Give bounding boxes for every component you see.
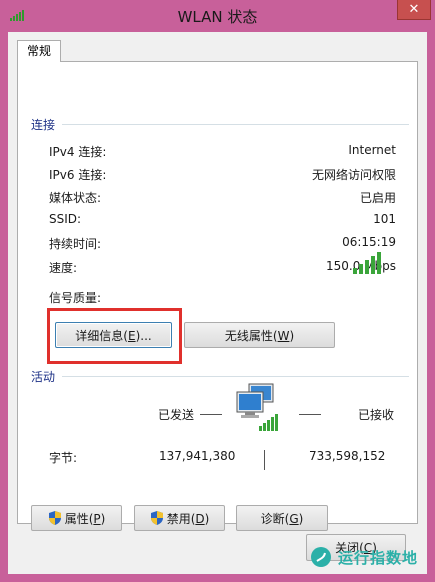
- signal-strength-icon: [353, 252, 381, 274]
- bytes-received-value: 733,598,152: [309, 449, 386, 463]
- row-label: 持续时间:: [49, 237, 102, 251]
- tab-general[interactable]: 常规: [17, 40, 61, 62]
- row-label: IPv4 连接:: [49, 145, 107, 159]
- wlan-status-window: WLAN 状态 ✕ 常规 连接 IPv4 连接: Internet IPv6 连…: [0, 0, 435, 582]
- row-label: SSID:: [49, 212, 82, 226]
- wireless-properties-label: 无线属性(W): [224, 328, 295, 343]
- diagnose-button-label: 诊断(G): [260, 511, 304, 526]
- row-value: 101: [373, 212, 396, 226]
- row-label: 速度:: [49, 261, 78, 275]
- row-value: Internet: [348, 143, 396, 157]
- info-row-duration: 持续时间: 06:15:19: [49, 235, 396, 253]
- diagnose-button[interactable]: 诊断(G): [236, 505, 328, 531]
- activity-section-divider: [62, 376, 409, 377]
- row-value: 06:15:19: [342, 235, 396, 249]
- wireless-properties-button[interactable]: 无线属性(W): [184, 322, 335, 348]
- info-row-signal-quality: 信号质量:: [49, 289, 396, 307]
- signal-bar: [365, 260, 369, 274]
- uac-shield-icon: [150, 511, 163, 525]
- signal-bar: [377, 252, 381, 274]
- uac-shield-icon: [48, 511, 61, 525]
- info-row-ipv6: IPv6 连接: 无网络访问权限: [49, 166, 396, 184]
- close-icon: ✕: [408, 2, 420, 17]
- info-row-ssid: SSID: 101: [49, 212, 396, 230]
- watermark: 运行指数地: [310, 538, 428, 576]
- row-value: 无网络访问权限: [311, 168, 396, 182]
- sent-label: 已发送: [158, 408, 195, 422]
- properties-button-label: 属性(P): [64, 511, 106, 526]
- row-label: IPv6 连接:: [49, 168, 107, 182]
- watermark-text: 运行指数地: [338, 548, 419, 567]
- row-label: 信号质量:: [49, 291, 102, 305]
- connection-section-divider: [62, 124, 409, 125]
- info-row-ipv4: IPv4 连接: Internet: [49, 143, 396, 161]
- network-computers-icon: [236, 383, 278, 431]
- info-row-media-state: 媒体状态: 已启用: [49, 189, 396, 207]
- title-bar[interactable]: WLAN 状态 ✕: [0, 0, 435, 32]
- window-title: WLAN 状态: [177, 8, 258, 26]
- signal-bar: [359, 264, 363, 274]
- bytes-label: 字节:: [49, 451, 78, 465]
- received-dash: [299, 414, 321, 415]
- window-close-button[interactable]: ✕: [397, 0, 431, 20]
- dialog-client-area: 常规 连接 IPv4 连接: Internet IPv6 连接: 无网络访问权限…: [8, 32, 427, 574]
- signal-bar: [371, 256, 375, 274]
- signal-bar: [353, 268, 357, 274]
- details-button[interactable]: 详细信息(E)...: [55, 322, 172, 348]
- sent-dash: [200, 414, 222, 415]
- row-value: 已启用: [359, 191, 396, 205]
- row-label: 媒体状态:: [49, 191, 102, 205]
- tab-panel-general: 连接 IPv4 连接: Internet IPv6 连接: 无网络访问权限 媒体…: [17, 61, 418, 531]
- bytes-sent-value: 137,941,380: [159, 449, 236, 463]
- watermark-logo-icon: [311, 547, 331, 567]
- disable-button[interactable]: 禁用(D): [134, 505, 225, 531]
- properties-button[interactable]: 属性(P): [31, 505, 122, 531]
- connection-section-heading: 连接: [31, 118, 56, 132]
- activity-section-heading: 活动: [31, 370, 56, 384]
- received-label: 已接收: [358, 408, 395, 422]
- disable-button-label: 禁用(D): [166, 511, 210, 526]
- bytes-separator: [264, 450, 265, 470]
- details-button-label: 详细信息(E)...: [75, 328, 152, 343]
- info-row-speed: 速度: 150.0 Mbps: [49, 259, 396, 277]
